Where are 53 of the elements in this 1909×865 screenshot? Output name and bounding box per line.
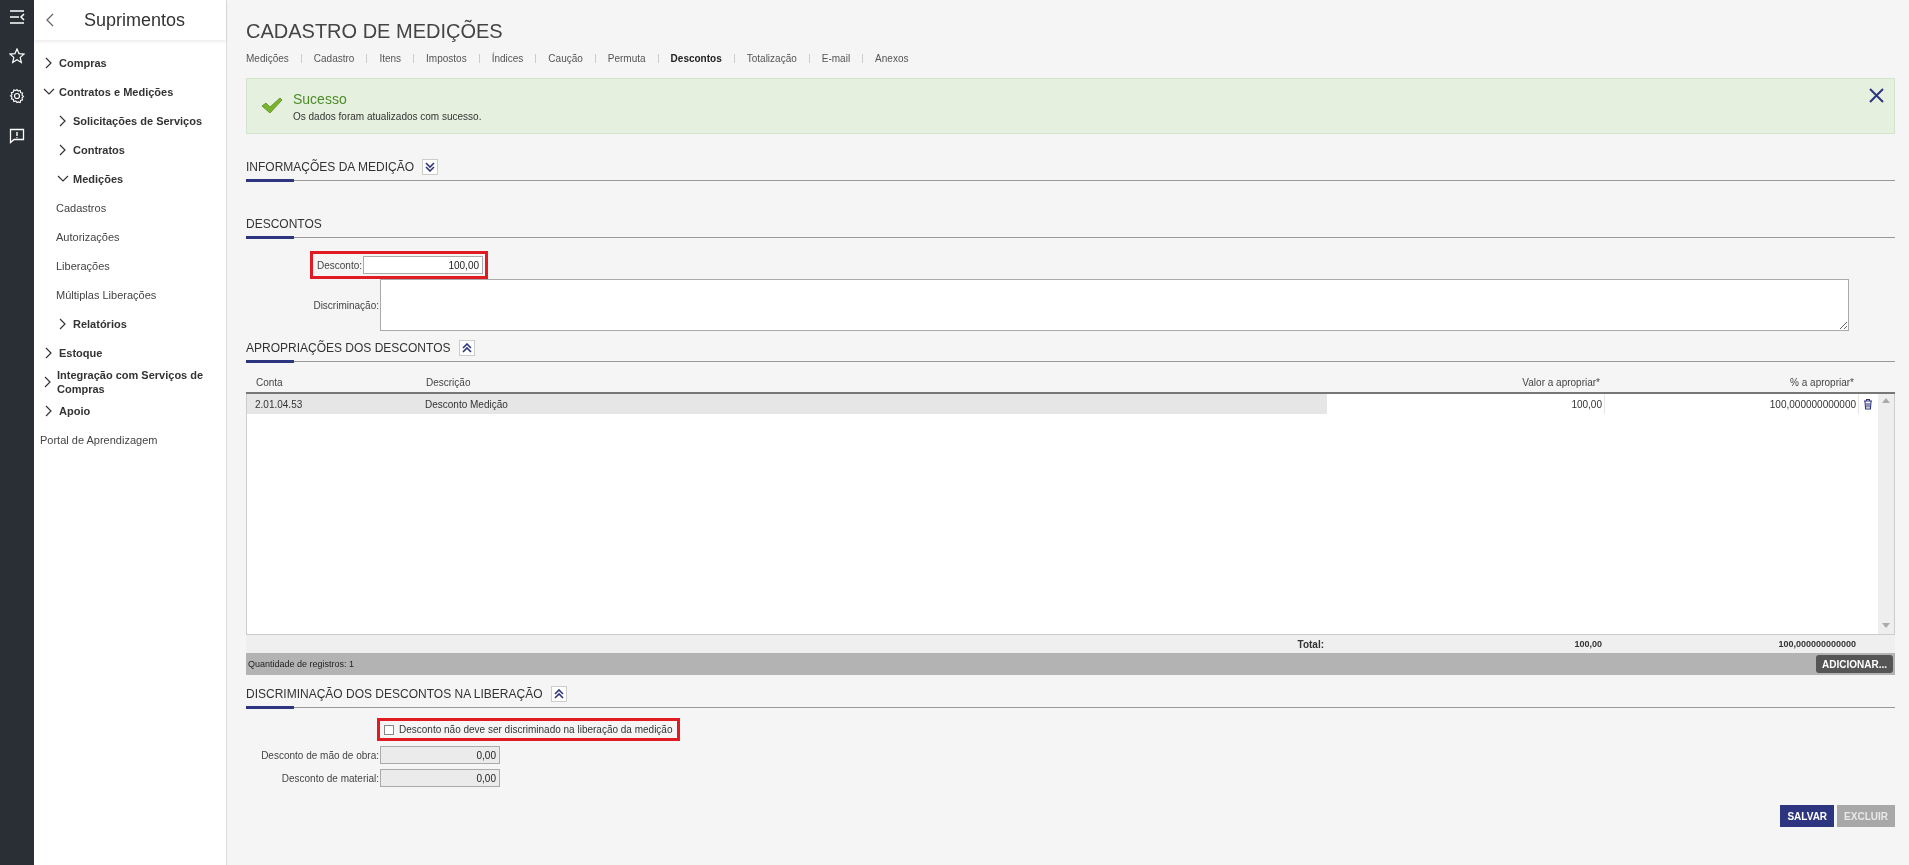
section-title: INFORMAÇÕES DA MEDIÇÃO	[246, 160, 415, 174]
tab[interactable]: Permuta	[607, 53, 646, 64]
tab[interactable]: Índices	[491, 53, 524, 64]
alert-title: Sucesso	[293, 90, 348, 107]
tab[interactable]: Cadastro	[313, 53, 355, 64]
menu-link[interactable]: Portal de Aprendizagem	[40, 432, 158, 447]
field-label: Discriminação:	[312, 299, 380, 311]
menu-group[interactable]: Medições	[73, 171, 124, 186]
field-label: Desconto de material:	[280, 772, 380, 784]
menu-group[interactable]: Solicitações de Serviços	[73, 113, 202, 128]
total-value: 100,00	[1573, 639, 1603, 649]
tab[interactable]: Caução	[548, 53, 583, 64]
menu-group[interactable]: Apoio	[59, 403, 91, 418]
tab[interactable]: Medições	[246, 53, 289, 64]
amount-field[interactable]: 0,00	[380, 769, 500, 787]
section-title: APROPRIAÇÕES DOS DESCONTOS	[246, 341, 451, 355]
column-header: Conta	[255, 376, 284, 388]
save-button[interactable]: SALVAR	[1780, 805, 1835, 827]
section-title: DISCRIMINAÇÃO DOS DESCONTOS NA LIBERAÇÃO	[246, 687, 543, 701]
alert-message: Os dados foram atualizados com sucesso.	[293, 110, 482, 122]
menu-group[interactable]: Estoque	[59, 345, 103, 360]
menu-group[interactable]: Contratos e Medições	[59, 84, 174, 99]
menu-link[interactable]: Autorizações	[56, 229, 120, 244]
field-label: Desconto:	[316, 259, 364, 271]
column-header: % a apropriar*	[1789, 376, 1855, 388]
tab[interactable]: Anexos	[875, 53, 909, 64]
menu-group[interactable]: Integração com Serviços de Compras	[57, 367, 226, 396]
column-header: Valor a apropriar*	[1521, 376, 1601, 388]
tab[interactable]: E-mail	[821, 53, 851, 64]
total-value: 100,000000000000	[1777, 639, 1857, 649]
menu-group[interactable]: Compras	[59, 55, 107, 70]
tab[interactable]: Descontos	[670, 53, 722, 64]
menu-link[interactable]: Liberações	[56, 258, 110, 273]
menu-group[interactable]: Contratos	[73, 142, 125, 157]
page-title: CADASTRO DE MEDIÇÕES	[246, 20, 504, 43]
table-cell: Desconto Medição	[417, 394, 1327, 414]
menu-link[interactable]: Múltiplas Liberações	[56, 287, 157, 302]
field-label: Desconto de mão de obra:	[260, 749, 380, 761]
menu-group[interactable]: Relatórios	[73, 316, 127, 331]
tab[interactable]: Totalização	[746, 53, 797, 64]
record-count: Quantidade de registros: 1	[248, 659, 355, 669]
total-label: Total:	[1296, 638, 1325, 650]
checkbox-label: Desconto não deve ser discriminado na liberação da medição	[399, 724, 673, 735]
discount-field[interactable]: 100,00	[363, 256, 484, 274]
menu-link[interactable]: Cadastros	[56, 200, 107, 215]
section-title: DESCONTOS	[246, 217, 322, 231]
amount-field[interactable]: 0,00	[380, 746, 500, 764]
sidebar-title: Suprimentos	[84, 9, 186, 31]
column-header: Descrição	[425, 376, 472, 388]
tab[interactable]: Itens	[379, 53, 402, 64]
tab[interactable]: Impostos	[426, 53, 467, 64]
add-button[interactable]: ADICIONAR...	[1816, 655, 1893, 673]
table-cell: 2.01.04.53	[247, 394, 417, 414]
